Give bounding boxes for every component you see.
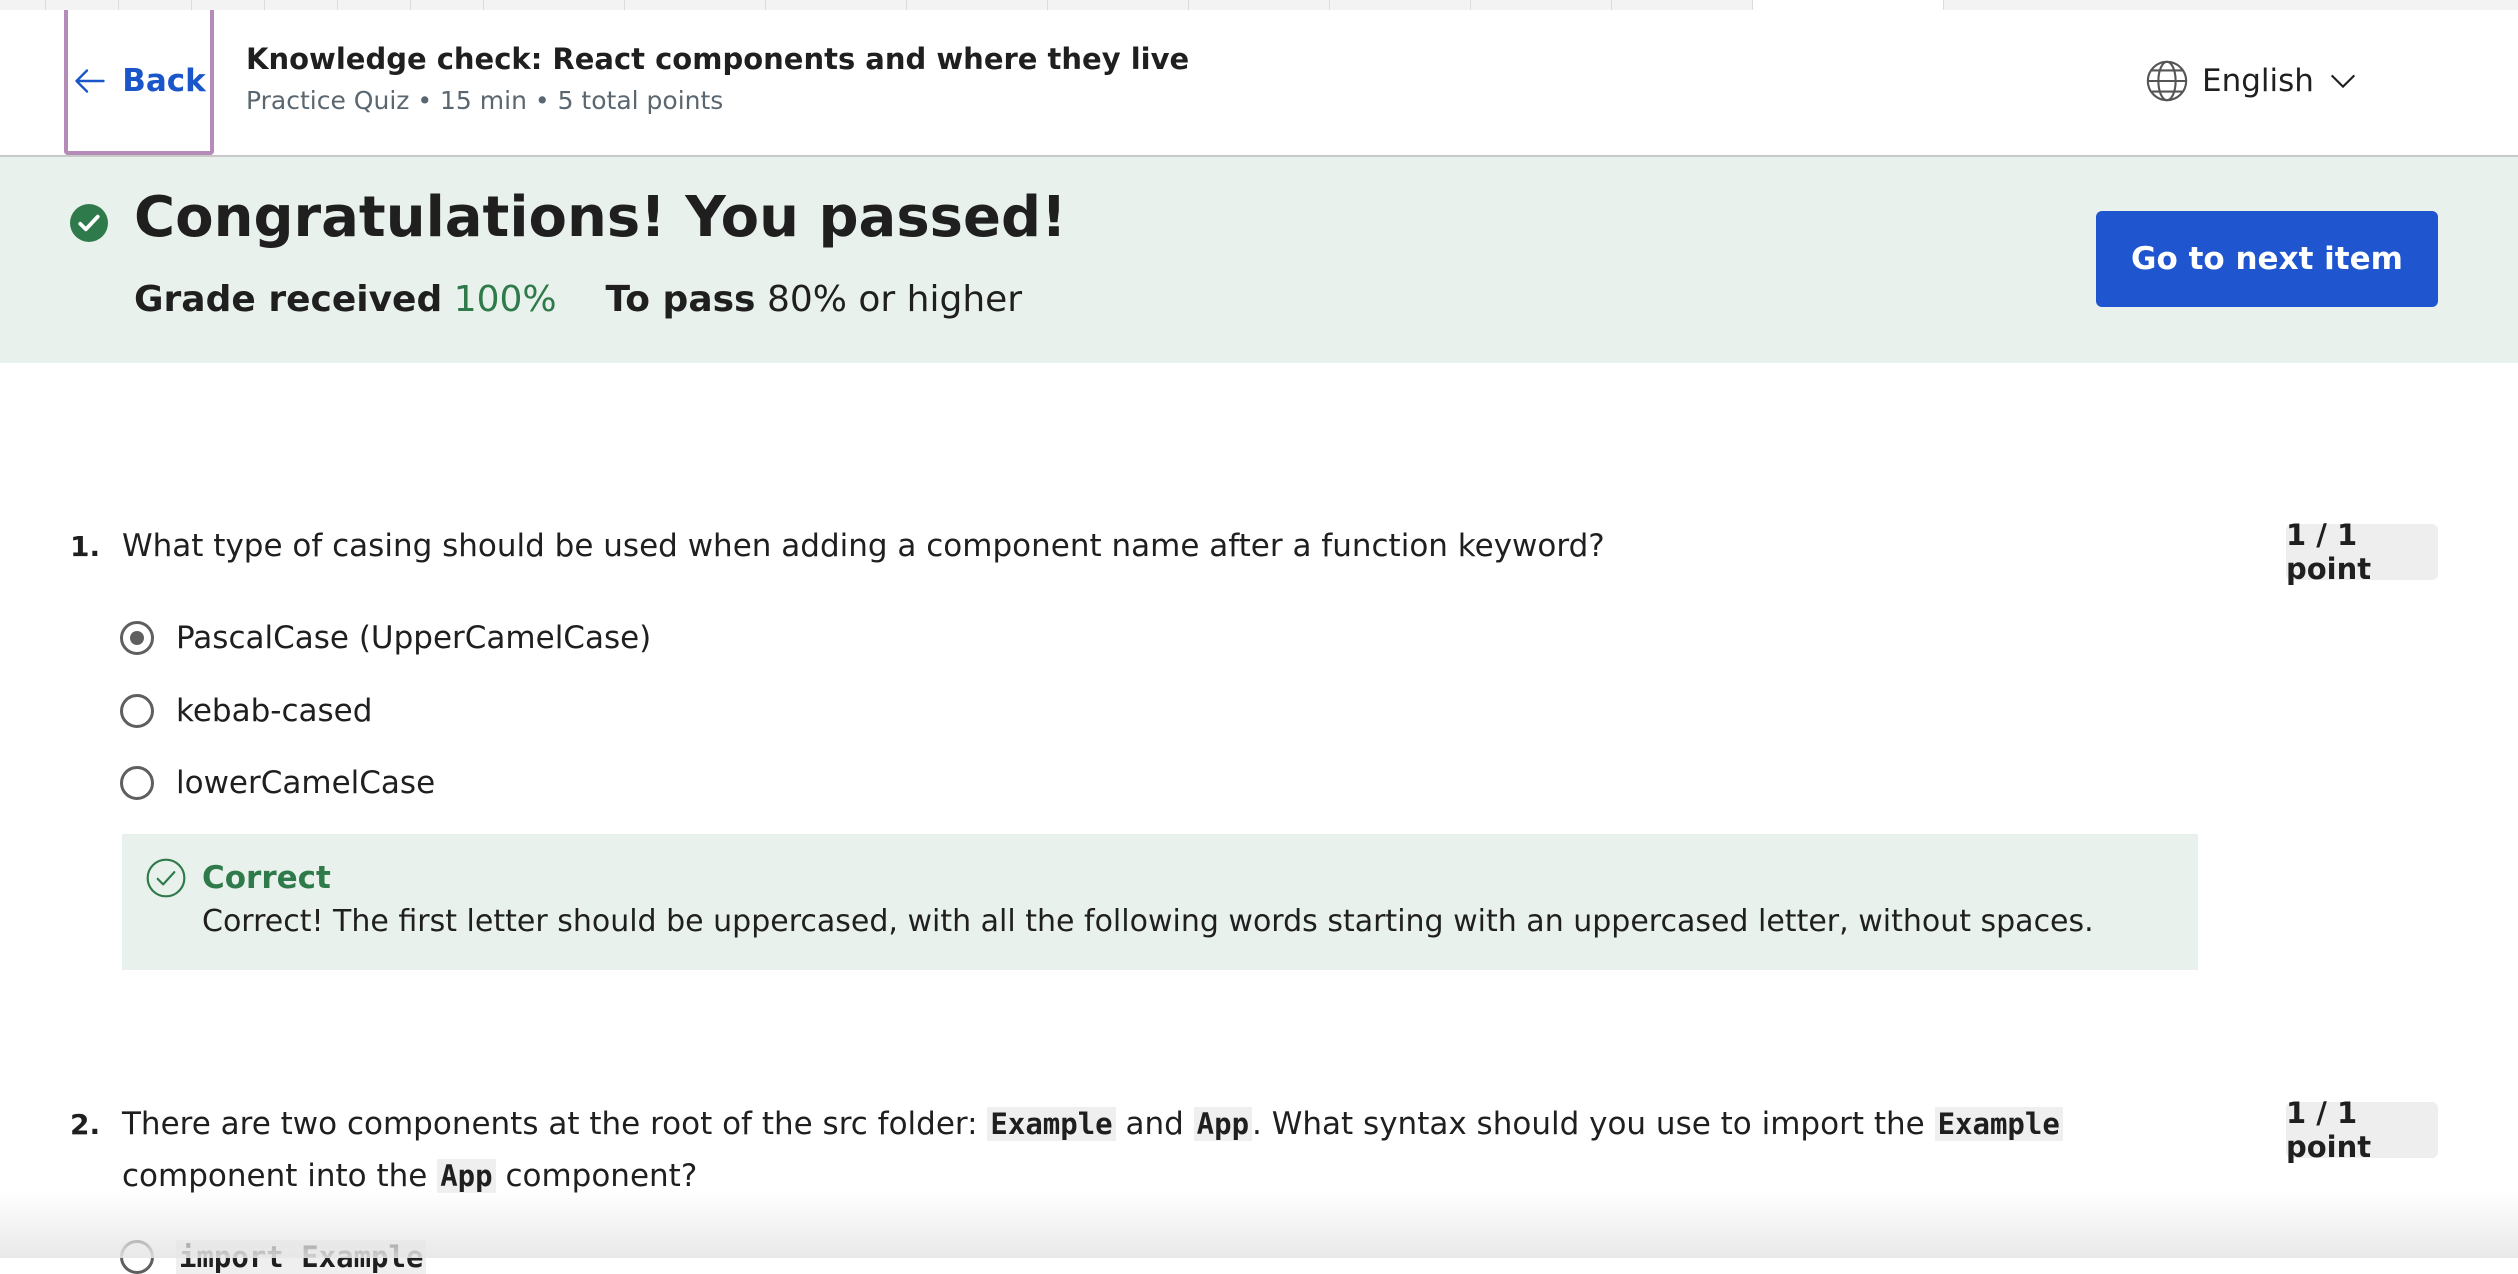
option-label: kebab-cased (176, 693, 373, 729)
chevron-down-icon (2330, 74, 2356, 89)
tab[interactable] (1048, 0, 1189, 10)
radio-button-selected[interactable] (120, 621, 154, 655)
question-number: 1. (70, 530, 101, 563)
scroll-fade-overlay (0, 1190, 2518, 1258)
points-badge: 1 / 1 point (2286, 1096, 2438, 1164)
back-label: Back (122, 62, 206, 99)
text-segment: component into the (122, 1158, 438, 1194)
tab[interactable] (1330, 0, 1471, 10)
tab[interactable] (46, 0, 119, 10)
feedback-panel: Correct Correct! The first letter should… (122, 834, 2198, 970)
question-text: What type of casing should be used when … (122, 528, 1605, 564)
tab[interactable] (192, 0, 265, 10)
points-badge: 1 / 1 point (2286, 518, 2438, 586)
tab[interactable] (625, 0, 766, 10)
language-selector[interactable]: English (2144, 58, 2360, 104)
option-label: PascalCase (UpperCamelCase) (176, 620, 652, 656)
check-circle-outline-icon (146, 858, 186, 898)
radio-button[interactable] (120, 694, 154, 728)
feedback-title: Correct (202, 860, 331, 896)
pass-label: To pass (605, 279, 756, 320)
option-label: lowerCamelCase (176, 765, 436, 801)
code-snippet: Example (987, 1107, 1116, 1141)
grade-value: 100% (453, 279, 557, 320)
grade-summary: Grade received 100% To pass 80% or highe… (134, 279, 1022, 320)
tab[interactable] (0, 0, 46, 10)
answer-option[interactable]: PascalCase (UpperCamelCase) (120, 620, 651, 656)
radio-button[interactable] (120, 766, 154, 800)
tab[interactable] (1612, 0, 1753, 10)
question-text: There are two components at the root of … (122, 1098, 2162, 1202)
tab[interactable] (1189, 0, 1330, 10)
pass-value: 80% or higher (766, 279, 1023, 320)
globe-icon (2146, 60, 2188, 102)
arrow-left-icon (75, 68, 105, 93)
answer-option[interactable]: kebab-cased (120, 693, 372, 729)
check-circle-icon (70, 204, 108, 242)
item-header: Back Knowledge check: React components a… (0, 10, 2518, 157)
tab[interactable] (1471, 0, 1612, 10)
feedback-text: Correct! The first letter should be uppe… (202, 904, 2094, 939)
tab[interactable] (119, 0, 192, 10)
go-to-next-item-button[interactable]: Go to next item (2096, 211, 2438, 307)
grade-label: Grade received (134, 279, 443, 320)
tab[interactable] (411, 0, 484, 10)
code-snippet: Example (1934, 1107, 2063, 1141)
tab[interactable] (265, 0, 338, 10)
tab-active[interactable] (1753, 0, 1944, 10)
item-meta: Practice Quiz • 15 min • 5 total points (246, 86, 724, 115)
text-segment: There are two components at the root of … (122, 1106, 988, 1142)
item-title-block: Knowledge check: React components and wh… (246, 42, 1189, 115)
code-snippet: App (1193, 1107, 1253, 1141)
result-banner: Congratulations! You passed! Grade recei… (0, 157, 2518, 363)
code-snippet: App (437, 1159, 496, 1193)
answer-option[interactable]: lowerCamelCase (120, 765, 435, 801)
tab[interactable] (766, 0, 907, 10)
page-title: Knowledge check: React components and wh… (246, 42, 1190, 76)
result-heading: Congratulations! You passed! (134, 185, 1067, 250)
text-segment: component? (495, 1158, 698, 1194)
text-segment: . What syntax should you use to import t… (1252, 1106, 1935, 1142)
question-number: 2. (70, 1108, 101, 1141)
tab[interactable] (338, 0, 411, 10)
back-button[interactable]: Back (64, 10, 214, 155)
tab[interactable] (484, 0, 625, 10)
tab[interactable] (907, 0, 1048, 10)
text-segment: and (1115, 1106, 1194, 1142)
language-label: English (2202, 63, 2314, 99)
